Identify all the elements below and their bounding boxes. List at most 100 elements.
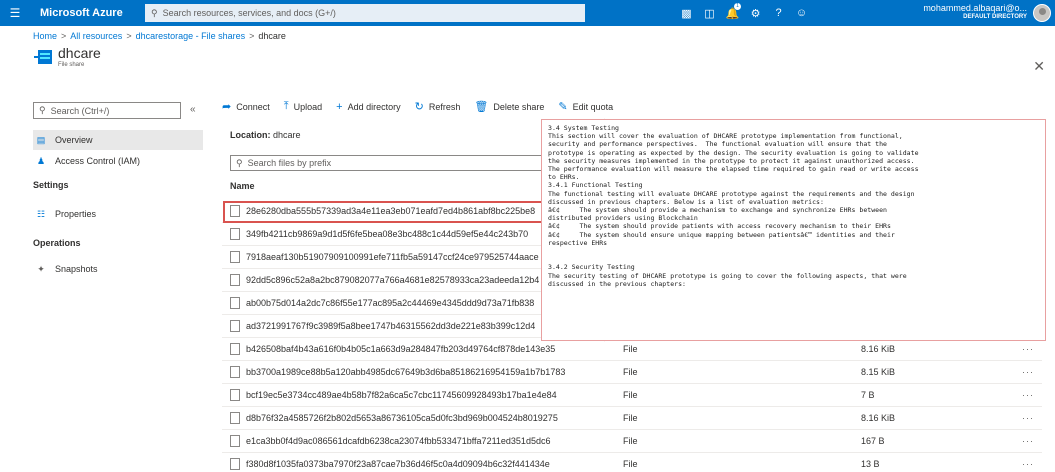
table-row[interactable]: f380d8f1035fa0373ba7970f23a87cae7b36d46f… bbox=[222, 453, 1042, 472]
refresh-label: Refresh bbox=[428, 101, 461, 112]
breadcrumb-file-shares[interactable]: dhcarestorage - File shares bbox=[136, 31, 246, 41]
upload-icon: ⤒ bbox=[283, 100, 289, 112]
file-type: File bbox=[623, 390, 638, 400]
sidebar-item-properties[interactable]: ☷ Properties bbox=[33, 204, 203, 224]
global-search-placeholder: Search resources, services, and docs (G+… bbox=[162, 8, 336, 18]
hamburger-menu-icon[interactable]: ☰ bbox=[0, 0, 30, 26]
notification-badge: 1 bbox=[734, 3, 741, 10]
file-size: 167 B bbox=[861, 436, 885, 446]
file-type: File bbox=[623, 344, 638, 354]
edit-quota-label: Edit quota bbox=[572, 101, 614, 112]
file-size: 7 B bbox=[861, 390, 875, 400]
file-name[interactable]: e1ca3bb0f4d9ac086561dcafdb6238ca23074fbb… bbox=[246, 436, 636, 446]
file-icon bbox=[230, 366, 240, 378]
help-icon[interactable]: ? bbox=[767, 0, 790, 26]
search-icon: ⚲ bbox=[151, 7, 158, 18]
file-name[interactable]: bcf19ec5e3734cc489ae4b58b7f82a6ca5c7cbc1… bbox=[246, 390, 636, 400]
file-name[interactable]: bb3700a1989ce88b5a120abb4985dc67649b3d6b… bbox=[246, 367, 636, 377]
table-row[interactable]: b426508baf4b43a616f0b4b05c1a663d9a284847… bbox=[222, 338, 1042, 361]
file-name[interactable]: d8b76f32a4585726f2b802d5653a86736105ca5d… bbox=[246, 413, 636, 423]
table-row[interactable]: bb3700a1989ce88b5a120abb4985dc67649b3d6b… bbox=[222, 361, 1042, 384]
delete-share-button[interactable]: 🗑 Delete share bbox=[474, 100, 544, 113]
breadcrumb-separator-icon: > bbox=[249, 31, 255, 41]
sidebar-item-access-control[interactable]: ♟ Access Control (IAM) bbox=[33, 151, 203, 171]
properties-bars-icon: ☷ bbox=[36, 208, 46, 219]
file-icon bbox=[230, 297, 240, 309]
file-icon bbox=[230, 228, 240, 240]
file-content-preview: 3.4 System Testing This section will cov… bbox=[541, 119, 1046, 341]
sidebar-item-label: Snapshots bbox=[55, 264, 98, 274]
file-share-icon bbox=[34, 50, 52, 64]
sidebar-item-snapshots[interactable]: ✦ Snapshots bbox=[33, 259, 203, 279]
file-icon bbox=[230, 389, 240, 401]
breadcrumb-all-resources[interactable]: All resources bbox=[70, 31, 122, 41]
file-size: 8.15 KiB bbox=[861, 367, 896, 377]
collapse-nav-icon[interactable]: « bbox=[190, 104, 196, 115]
add-directory-label: Add directory bbox=[347, 101, 401, 112]
topbar-icons: ▩ ◫ 🔔 1 ⚙ ? ☺ bbox=[675, 0, 813, 26]
avatar[interactable] bbox=[1033, 4, 1051, 22]
file-icon bbox=[230, 251, 240, 263]
feedback-smiley-icon[interactable]: ☺ bbox=[790, 0, 813, 26]
file-icon bbox=[230, 458, 240, 470]
add-directory-button[interactable]: + Add directory bbox=[336, 101, 400, 113]
breadcrumb-separator-icon: > bbox=[126, 31, 132, 41]
plug-icon: ➦ bbox=[222, 101, 232, 113]
breadcrumb: Home > All resources > dhcarestorage - File … bbox=[33, 31, 286, 41]
account-menu[interactable]: mohammed.albaqari@o... DEFAULT DIRECTORY bbox=[923, 3, 1027, 20]
nav-section-operations: Operations bbox=[33, 238, 81, 248]
table-row[interactable]: e1ca3bb0f4d9ac086561dcafdb6238ca23074fbb… bbox=[222, 430, 1042, 453]
location: Location: dhcare bbox=[230, 130, 301, 140]
nav-search-input[interactable]: ⚲ Search (Ctrl+/) bbox=[33, 102, 181, 119]
snapshot-icon: ✦ bbox=[37, 263, 45, 274]
file-size: 8.16 KiB bbox=[861, 413, 896, 423]
file-name[interactable]: f380d8f1035fa0373ba7970f23a87cae7b36d46f… bbox=[246, 459, 636, 469]
delete-share-label: Delete share bbox=[493, 101, 545, 112]
file-type: File bbox=[623, 413, 638, 423]
location-label: Location: bbox=[230, 130, 271, 140]
search-icon: ⚲ bbox=[39, 105, 46, 115]
trash-icon: 🗑 bbox=[474, 101, 489, 113]
nav-search-placeholder: Search (Ctrl+/) bbox=[50, 105, 110, 116]
plus-icon: + bbox=[336, 100, 343, 113]
directory-filter-icon[interactable]: ◫ bbox=[698, 0, 721, 26]
command-bar: ➦ Connect ⤒ Upload + Add directory ↻ Refresh… bbox=[222, 100, 613, 113]
file-type: File bbox=[623, 367, 638, 377]
table-row[interactable]: bcf19ec5e3734cc489ae4b58b7f82a6ca5c7cbc1… bbox=[222, 384, 1042, 407]
column-header-name[interactable]: Name bbox=[230, 181, 255, 191]
close-icon[interactable]: ✕ bbox=[1033, 58, 1045, 75]
file-size: 13 B bbox=[861, 459, 880, 469]
file-search-placeholder: Search files by prefix bbox=[247, 158, 332, 168]
portal-brand[interactable]: Microsoft Azure bbox=[30, 7, 145, 19]
file-name[interactable]: b426508baf4b43a616f0b4b05c1a663d9a284847… bbox=[246, 344, 636, 354]
more-options-icon[interactable]: ··· bbox=[1022, 436, 1034, 446]
overview-icon: ▤ bbox=[36, 134, 46, 145]
upload-label: Upload bbox=[293, 101, 323, 112]
more-options-icon[interactable]: ··· bbox=[1022, 413, 1034, 423]
settings-gear-icon[interactable]: ⚙ bbox=[744, 0, 767, 26]
top-bar: ☰ Microsoft Azure ⚲ Search resources, se… bbox=[0, 0, 1055, 26]
user-directory: DEFAULT DIRECTORY bbox=[963, 14, 1027, 20]
table-row[interactable]: d8b76f32a4585726f2b802d5653a86736105ca5d… bbox=[222, 407, 1042, 430]
more-options-icon[interactable]: ··· bbox=[1022, 390, 1034, 400]
page-title: dhcare bbox=[58, 45, 101, 61]
upload-button[interactable]: ⤒ Upload bbox=[284, 100, 322, 113]
location-value[interactable]: dhcare bbox=[273, 130, 301, 140]
more-options-icon[interactable]: ··· bbox=[1022, 367, 1034, 377]
more-options-icon[interactable]: ··· bbox=[1022, 344, 1034, 354]
more-options-icon[interactable]: ··· bbox=[1022, 459, 1034, 469]
refresh-icon: ↻ bbox=[414, 101, 424, 113]
global-search-input[interactable]: ⚲ Search resources, services, and docs (… bbox=[145, 4, 585, 22]
file-search-input[interactable]: ⚲ Search files by prefix bbox=[230, 155, 550, 171]
refresh-button[interactable]: ↻ Refresh bbox=[415, 100, 461, 113]
breadcrumb-home[interactable]: Home bbox=[33, 31, 57, 41]
connect-button[interactable]: ➦ Connect bbox=[222, 100, 270, 113]
notifications-bell-icon[interactable]: 🔔 1 bbox=[721, 0, 744, 26]
cloud-shell-icon[interactable]: ▩ bbox=[675, 0, 698, 26]
file-icon bbox=[230, 320, 240, 332]
file-icon bbox=[230, 412, 240, 424]
page-subtitle: File share bbox=[58, 62, 85, 68]
edit-quota-button[interactable]: ✎ Edit quota bbox=[558, 100, 613, 113]
nav-section-settings: Settings bbox=[33, 180, 69, 190]
sidebar-item-overview[interactable]: ▤ Overview bbox=[33, 130, 203, 150]
